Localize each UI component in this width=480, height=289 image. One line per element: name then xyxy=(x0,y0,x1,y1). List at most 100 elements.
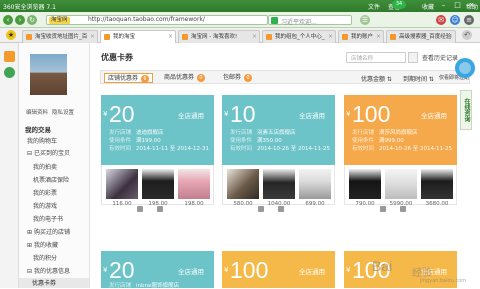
product-image[interactable] xyxy=(263,169,295,199)
coupon-scope: 全店通用 xyxy=(299,268,325,276)
sidebar-item-favorites[interactable]: ⊞ 我的收藏 xyxy=(27,240,58,249)
filter-item-coupons[interactable]: 商品优惠券 0 xyxy=(164,73,206,83)
tab-5[interactable]: 我的账户 × xyxy=(338,30,384,43)
coupon-condition: 使用条件 满999.00 xyxy=(352,138,404,144)
tab-4[interactable]: 我的组包_个人中心_ × xyxy=(262,30,336,43)
share-icon[interactable] xyxy=(258,206,264,212)
product-image[interactable] xyxy=(106,169,138,199)
coupon-scope: 全店通用 xyxy=(178,268,204,276)
history-link[interactable]: 查看历史记录 xyxy=(422,53,458,62)
sidebar-item-discount-info[interactable]: ⊟ 我的优惠信息 xyxy=(27,266,70,275)
url-text[interactable]: http://taoquan.taobao.com/framework/ xyxy=(86,15,262,25)
product-image[interactable] xyxy=(349,169,381,199)
minimize-icon[interactable]: – xyxy=(439,1,448,10)
sidebar-item-bought[interactable]: ⊟ 已买到的宝贝 xyxy=(27,148,70,157)
tab-1[interactable]: 淘宝收货地址图片_百 × xyxy=(22,30,98,43)
favorites-sidebar-icon[interactable] xyxy=(4,51,15,62)
tab-3[interactable]: 淘宝网 - 淘我喜欢! × xyxy=(178,30,260,43)
tab-close-icon[interactable]: × xyxy=(376,31,381,43)
product-image[interactable] xyxy=(227,169,259,199)
product-image[interactable] xyxy=(421,169,453,199)
product-image[interactable] xyxy=(299,169,331,199)
sort-expiry[interactable]: 到期时间 ⇅ xyxy=(403,74,434,83)
browser-title: 360安全浏览器 7.1 xyxy=(3,4,56,11)
coupon-card[interactable]: ¥ 20 全店通用 发行店铺 inbrai服饰旗舰店 xyxy=(101,251,214,289)
share-icon[interactable] xyxy=(137,206,143,212)
avatar[interactable] xyxy=(30,54,67,95)
sort-amount[interactable]: 优惠金额 ⇅ xyxy=(361,74,392,83)
watermark-url: jingyan.baidu.com xyxy=(420,278,467,284)
coupon-card[interactable]: ¥ 20 全店通用 发行店铺 迪迪旗舰店 使用条件 满199.00 有效时间 2014… xyxy=(101,95,214,213)
coupon-card[interactable]: ¥ 100 全店通用 发行店铺 浪莎风尚旗舰店 使用条件 满999.00 有效时间 2… xyxy=(344,95,457,213)
sidebar-item-travel[interactable]: 机票酒店保险 xyxy=(33,175,69,184)
sidebar-item-points[interactable]: 我的积分 xyxy=(33,253,57,262)
sidebar-section-title: 我的交易 xyxy=(25,126,51,134)
notification-badge[interactable]: 34 xyxy=(392,0,406,9)
user-icon[interactable]: ☺ xyxy=(450,15,460,25)
tab-favicon-icon xyxy=(104,34,110,40)
watermark-text: 经验 xyxy=(412,268,432,279)
product-image[interactable] xyxy=(178,169,210,199)
menu-favorites[interactable]: 收藏 xyxy=(422,2,434,11)
filter-bar: 店铺优惠券 6 商品优惠券 0 包邮券 0 优惠金额 ⇅ 到期时间 ⇅ 仅看即将过期 xyxy=(100,70,470,84)
assistant-icon[interactable] xyxy=(455,58,475,78)
sidebar-item-cart[interactable]: 我的购物车 xyxy=(27,136,57,145)
close-icon[interactable]: × xyxy=(467,1,476,10)
coupon-card[interactable]: ¥ 10 全店通用 发行店铺 羽素五店旗舰店 使用条件 满350.00 有效时间 20… xyxy=(222,95,335,213)
add-sidebar-icon[interactable] xyxy=(4,67,15,78)
tab-close-icon[interactable]: × xyxy=(328,31,333,43)
tab-close-icon[interactable]: × xyxy=(90,31,95,43)
product-price: 790.00 xyxy=(355,201,375,207)
tab-close-icon[interactable]: × xyxy=(448,31,453,43)
coupon-validity: 有效时间 2014-10-26 至 2014-11-25 xyxy=(230,146,330,152)
tab-6[interactable]: 高级搜索器_百度经验 × xyxy=(386,30,456,43)
search-button[interactable] xyxy=(408,52,418,63)
share-icon[interactable] xyxy=(380,206,386,212)
delete-icon[interactable] xyxy=(400,206,406,212)
delete-icon[interactable] xyxy=(157,206,163,212)
product-price: 198.00 xyxy=(184,201,204,207)
coupon-header: ¥ 20 全店通用 发行店铺 inbrai服饰旗舰店 xyxy=(101,251,214,289)
delete-icon[interactable] xyxy=(278,206,284,212)
browser-sidebar-strip xyxy=(0,43,19,288)
sidebar-item-shops[interactable]: ⊞ 购买过的店铺 xyxy=(27,227,70,236)
sidebar-item-games[interactable]: 我的游戏 xyxy=(33,201,57,210)
tab-close-icon[interactable]: × xyxy=(168,31,173,43)
browser-titlebar: 360安全浏览器 7.1 文件 查看 收藏 帮助 34 – □ × xyxy=(0,0,480,12)
sidebar-item-coupons[interactable]: 优惠卡券 xyxy=(19,278,89,288)
privacy-settings-link[interactable]: 隐私设置 xyxy=(52,108,74,116)
window-controls: – □ × xyxy=(439,1,476,10)
undo-icon[interactable]: ↶ xyxy=(462,30,472,40)
currency-symbol: ¥ xyxy=(224,266,229,274)
filter-free-shipping[interactable]: 包邮券 0 xyxy=(223,73,253,83)
sidebar-item-lottery[interactable]: 我的彩票 xyxy=(33,188,57,197)
forward-icon[interactable]: › xyxy=(15,15,25,25)
coupon-condition: 使用条件 满199.00 xyxy=(109,138,161,144)
currency-symbol: ¥ xyxy=(103,110,108,118)
back-icon[interactable]: ‹ xyxy=(3,15,13,25)
star-icon[interactable]: ★ xyxy=(6,30,16,40)
coupon-amount: 100 xyxy=(230,257,269,283)
edit-profile-link[interactable]: 编辑资料 xyxy=(26,108,48,116)
product-image[interactable] xyxy=(142,169,174,199)
mail-icon[interactable]: ✉ xyxy=(436,15,446,25)
tab-close-icon[interactable]: × xyxy=(252,31,257,43)
tools-icon[interactable]: ☰ xyxy=(360,15,370,25)
search-input[interactable]: 习近平欢迎... xyxy=(281,17,317,26)
refresh-icon[interactable]: ↻ xyxy=(27,15,37,25)
online-consult-tab[interactable]: 在线咨询 xyxy=(460,90,472,130)
search-box[interactable]: 习近平欢迎... xyxy=(268,15,352,26)
shop-search-input[interactable]: 店铺名称 xyxy=(346,52,406,63)
filter-shop-coupons[interactable]: 店铺优惠券 6 xyxy=(104,73,154,83)
sidebar-item-ebooks[interactable]: 我的电子书 xyxy=(33,214,63,223)
coupon-card[interactable]: ¥ 100 全店通用 xyxy=(222,251,335,288)
menu-icon[interactable]: ≡ xyxy=(464,15,474,25)
sidebar-item-auction[interactable]: 我的拍卖 xyxy=(33,162,57,171)
maximize-icon[interactable]: □ xyxy=(453,1,462,10)
currency-symbol: ¥ xyxy=(346,110,351,118)
search-engine-icon[interactable] xyxy=(271,17,278,24)
product-image[interactable] xyxy=(385,169,417,199)
coupon-scope: 全店通用 xyxy=(421,112,447,120)
tab-2[interactable]: 我的淘宝 × xyxy=(100,30,176,43)
menu-file[interactable]: 文件 xyxy=(368,2,380,11)
